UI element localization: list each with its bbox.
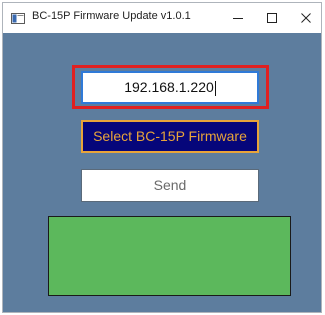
- select-firmware-button[interactable]: Select BC-15P Firmware: [81, 120, 259, 153]
- client-area: 192.168.1.220 Select BC-15P Firmware Sen…: [3, 33, 321, 312]
- app-icon: [11, 11, 25, 24]
- minimize-icon: [233, 18, 243, 19]
- status-panel: [48, 216, 291, 296]
- close-icon: [301, 13, 311, 23]
- ip-address-input[interactable]: 192.168.1.220: [81, 71, 259, 104]
- maximize-icon: [267, 13, 277, 23]
- ip-address-value: 192.168.1.220: [124, 79, 214, 95]
- send-button[interactable]: Send: [81, 169, 259, 202]
- title-bar[interactable]: BC-15P Firmware Update v1.0.1: [3, 3, 321, 33]
- window-title: BC-15P Firmware Update v1.0.1: [32, 10, 191, 22]
- minimize-button[interactable]: [221, 3, 255, 33]
- app-window: BC-15P Firmware Update v1.0.1 192.168.1.…: [2, 2, 322, 313]
- text-caret: [214, 80, 216, 96]
- maximize-button[interactable]: [255, 3, 289, 33]
- close-button[interactable]: [289, 3, 323, 33]
